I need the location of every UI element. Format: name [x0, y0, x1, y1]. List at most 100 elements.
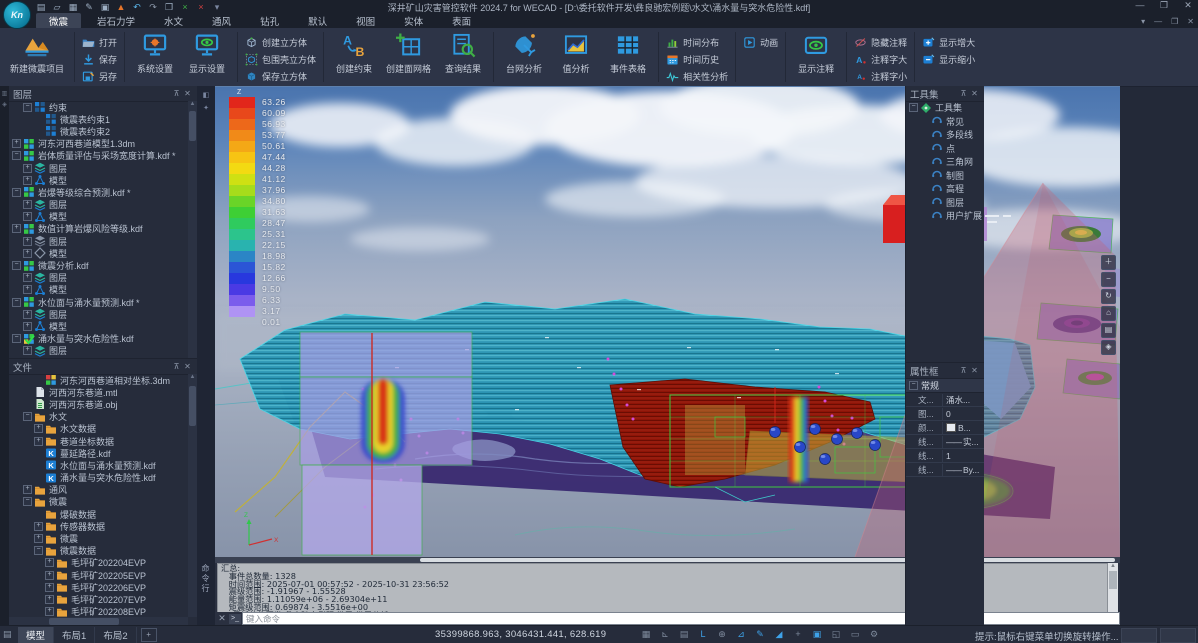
expander-icon[interactable]: + — [12, 139, 21, 148]
property-row[interactable]: 线...——实... — [906, 435, 984, 449]
selection-toggle-icon[interactable]: ▭ — [849, 628, 861, 641]
expander-icon[interactable]: + — [45, 583, 54, 592]
expander-icon[interactable]: − — [12, 261, 21, 270]
snap-toggle-icon[interactable]: ⊾ — [659, 628, 671, 641]
ribbon-button-事件表格[interactable]: 事件表格 — [605, 32, 651, 75]
layer-item[interactable]: +图层 — [9, 345, 188, 357]
layer-item[interactable]: +模型 — [9, 174, 188, 186]
child-minimize-button[interactable]: — — [1154, 17, 1162, 26]
menu-tab-水文[interactable]: 水文 — [151, 13, 196, 29]
nav-extent-button[interactable]: ◈ — [1101, 340, 1116, 355]
property-row[interactable]: 颜...B... — [906, 421, 984, 435]
expander-icon[interactable]: + — [45, 607, 54, 616]
console-close-icon[interactable]: ✕ — [215, 613, 229, 624]
child-restore-button[interactable]: ❐ — [1171, 17, 1178, 26]
file-item[interactable]: +通风 — [9, 484, 188, 496]
properties-section-header[interactable]: − 常规 — [906, 379, 984, 393]
tool-item[interactable]: 三角网 — [906, 155, 984, 169]
otrack-toggle-icon[interactable]: ◢ — [773, 628, 785, 641]
expander-icon[interactable]: − — [23, 412, 32, 421]
layer-item[interactable]: −岩爆等级综合预测.kdf * — [9, 186, 188, 198]
tool-item[interactable]: 制图 — [906, 169, 984, 183]
tool-item[interactable]: 点 — [906, 142, 984, 156]
tool-item[interactable]: 图层 — [906, 196, 984, 210]
expander-icon[interactable]: + — [23, 485, 32, 494]
file-item[interactable]: 河西河东巷道.obj — [9, 398, 188, 410]
ribbon-button-新建微震项目[interactable]: 新建微震项目 — [7, 32, 67, 75]
close-button[interactable]: ✕ — [1182, 0, 1194, 11]
dynamic-input-toggle-icon[interactable]: + — [792, 628, 804, 641]
expander-icon[interactable]: + — [23, 212, 32, 221]
file-item[interactable]: 河东河西巷道相对坐标.3dm — [9, 374, 188, 386]
new-file-icon[interactable]: ▤ — [34, 1, 48, 13]
expander-icon[interactable]: + — [23, 273, 32, 282]
ribbon-button-打开[interactable]: 打开 — [82, 34, 117, 50]
ribbon-button-时间历史[interactable]: 时间历史 — [666, 51, 728, 67]
undo-icon[interactable]: ↶ — [130, 1, 144, 13]
grid-icon[interactable]: ▤ — [3, 629, 12, 640]
autohide-panel-icon[interactable]: ▥ — [0, 90, 9, 97]
layer-item[interactable]: −约束 — [9, 101, 188, 113]
tool-item[interactable]: 用户扩展 — [906, 209, 984, 223]
expander-icon[interactable]: + — [34, 437, 43, 446]
print-icon[interactable]: ▣ — [98, 1, 112, 13]
save-file-icon[interactable]: ▦ — [66, 1, 80, 13]
expander-icon[interactable]: − — [12, 298, 21, 307]
ribbon-button-创建面网格[interactable]: 创建面网格 — [383, 32, 434, 75]
child-dropdown-icon[interactable]: ▾ — [1141, 17, 1145, 26]
file-item[interactable]: +传感器数据 — [9, 520, 188, 532]
collapse-left-icon[interactable]: ◧ — [197, 91, 215, 99]
file-item[interactable]: +毛坪矿202204EVP — [9, 557, 188, 569]
layer-item[interactable]: +图层 — [9, 162, 188, 174]
layer-item[interactable]: −岩体质量评估与采场宽度计算.kdf * — [9, 150, 188, 162]
polar-toggle-icon[interactable]: ⊕ — [716, 628, 728, 641]
child-close-button[interactable]: ✕ — [1187, 17, 1194, 26]
layers-scrollbar[interactable]: ▲ — [188, 101, 197, 358]
menu-tab-钻孔[interactable]: 钻孔 — [247, 13, 292, 29]
nav-layers-button[interactable]: ▤ — [1101, 323, 1116, 338]
file-item[interactable]: 河西河东巷道.mtl — [9, 386, 188, 398]
app-logo[interactable]: Kn — [3, 1, 31, 29]
expander-icon[interactable]: − — [34, 546, 43, 555]
close-red-icon[interactable]: × — [194, 1, 208, 13]
close-icon[interactable]: ✕ — [969, 366, 980, 375]
property-row[interactable]: 线...1 — [906, 449, 984, 463]
select-tool-icon[interactable]: ✦ — [197, 104, 215, 112]
expander-icon[interactable]: − — [23, 103, 32, 112]
file-item[interactable]: K蔓延路径.kdf — [9, 447, 188, 459]
layer-item[interactable]: −水位面与涌水量预测.kdf * — [9, 296, 188, 308]
expander-icon[interactable]: + — [45, 595, 54, 604]
layer-item[interactable]: −涌水量与突水危险性.kdf — [9, 333, 188, 345]
tool-item[interactable]: 高程 — [906, 182, 984, 196]
ribbon-button-显示设置[interactable]: 显示设置 — [184, 32, 230, 75]
cube-view-icon[interactable]: ❒ — [162, 1, 176, 13]
layout-tab-布局1[interactable]: 布局1 — [54, 627, 95, 643]
expander-icon[interactable]: + — [23, 200, 32, 209]
grid-display-toggle-icon[interactable]: ▤ — [678, 628, 690, 641]
property-value[interactable]: 0 — [943, 409, 984, 419]
ribbon-button-查询结果[interactable]: 查询结果 — [440, 32, 486, 75]
layer-item[interactable]: +模型 — [9, 320, 188, 332]
nav-home-button[interactable]: ⌂ — [1101, 306, 1116, 321]
ribbon-button-显示注释[interactable]: 显示注释 — [793, 32, 839, 75]
ribbon-button-动画[interactable]: 动画 — [743, 34, 778, 50]
expander-icon[interactable]: + — [34, 534, 43, 543]
expander-icon[interactable]: + — [23, 285, 32, 294]
property-value[interactable]: 涌水... — [943, 394, 984, 406]
pin-icon[interactable]: ⊼ — [171, 362, 182, 371]
expander-icon[interactable]: + — [45, 558, 54, 567]
property-row[interactable]: 文...涌水... — [906, 393, 984, 407]
layer-item[interactable]: +图层 — [9, 272, 188, 284]
pin-icon[interactable]: ⊼ — [171, 89, 182, 98]
expander-icon[interactable]: + — [23, 164, 32, 173]
menu-tab-默认[interactable]: 默认 — [295, 13, 340, 29]
status-segment[interactable] — [1160, 628, 1196, 643]
ribbon-button-显示增大[interactable]: 显示增大 — [922, 34, 975, 50]
ribbon-button-显示缩小[interactable]: 显示缩小 — [922, 51, 975, 67]
expander-icon[interactable]: − — [12, 188, 21, 197]
nav-zoom-out-button[interactable]: − — [1101, 272, 1116, 287]
expander-icon[interactable]: + — [34, 522, 43, 531]
layer-item[interactable]: +模型 — [9, 247, 188, 259]
menu-tab-岩石力学[interactable]: 岩石力学 — [84, 13, 148, 29]
nav-zoom-in-button[interactable]: ＋ — [1101, 255, 1116, 270]
